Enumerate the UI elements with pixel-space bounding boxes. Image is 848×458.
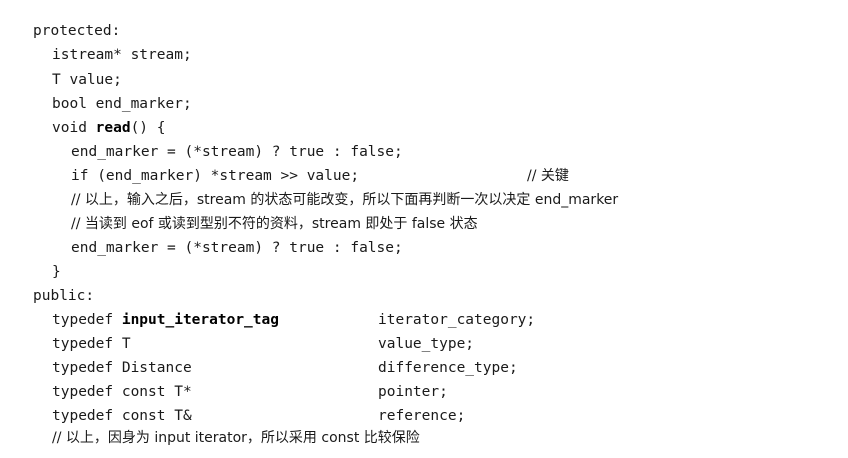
code-listing: protected: istream* stream; T value; boo… (0, 0, 848, 458)
code-line-typedef-iterator-category: typedef input_iterator_tag (52, 310, 279, 330)
code-comment-stream-state: // 以上，输入之后，stream 的状态可能改变，所以下面再判断一次以决定 e… (71, 192, 619, 208)
code-line-public: public: (33, 288, 95, 304)
code-line-close-brace: } (52, 264, 61, 280)
code-line-if-read-value: if (end_marker) *stream >> value; (71, 168, 360, 184)
code-token-read-parens: () { (130, 120, 166, 136)
code-line-protected: protected: (33, 23, 121, 39)
code-line-value-member: T value; (52, 72, 122, 88)
code-token-read: read (95, 120, 131, 136)
code-token-void: void (52, 120, 96, 136)
code-typedef-name-iterator-category: iterator_category; (378, 312, 536, 328)
code-comment-const-safety: // 以上，因身为 input iterator，所以采用 const 比较保险 (52, 430, 420, 446)
code-token-input-iterator-tag: input_iterator_tag (121, 312, 279, 328)
code-typedef-name-value-type: value_type; (378, 336, 475, 352)
code-line-typedef-reference: typedef const T& (52, 408, 192, 424)
code-line-end-marker-assign-1: end_marker = (*stream) ? true : false; (71, 144, 403, 160)
code-comment-eof: // 当读到 eof 或读到型别不符的资料，stream 即处于 false 状… (71, 216, 478, 232)
code-comment-key: // 关键 (527, 168, 569, 184)
code-token-typedef: typedef (52, 312, 122, 328)
code-line-typedef-pointer: typedef const T* (52, 384, 192, 400)
code-line-read-signature: void read() { (52, 118, 166, 138)
code-line-istream-member: istream* stream; (52, 47, 192, 63)
code-typedef-name-difference-type: difference_type; (378, 360, 518, 376)
code-typedef-name-pointer: pointer; (378, 384, 448, 400)
code-line-end-marker-assign-2: end_marker = (*stream) ? true : false; (71, 240, 403, 256)
code-line-typedef-value-type: typedef T (52, 336, 131, 352)
code-typedef-name-reference: reference; (378, 408, 466, 424)
code-line-end-marker-member: bool end_marker; (52, 96, 192, 112)
code-line-typedef-difference-type: typedef Distance (52, 360, 192, 376)
